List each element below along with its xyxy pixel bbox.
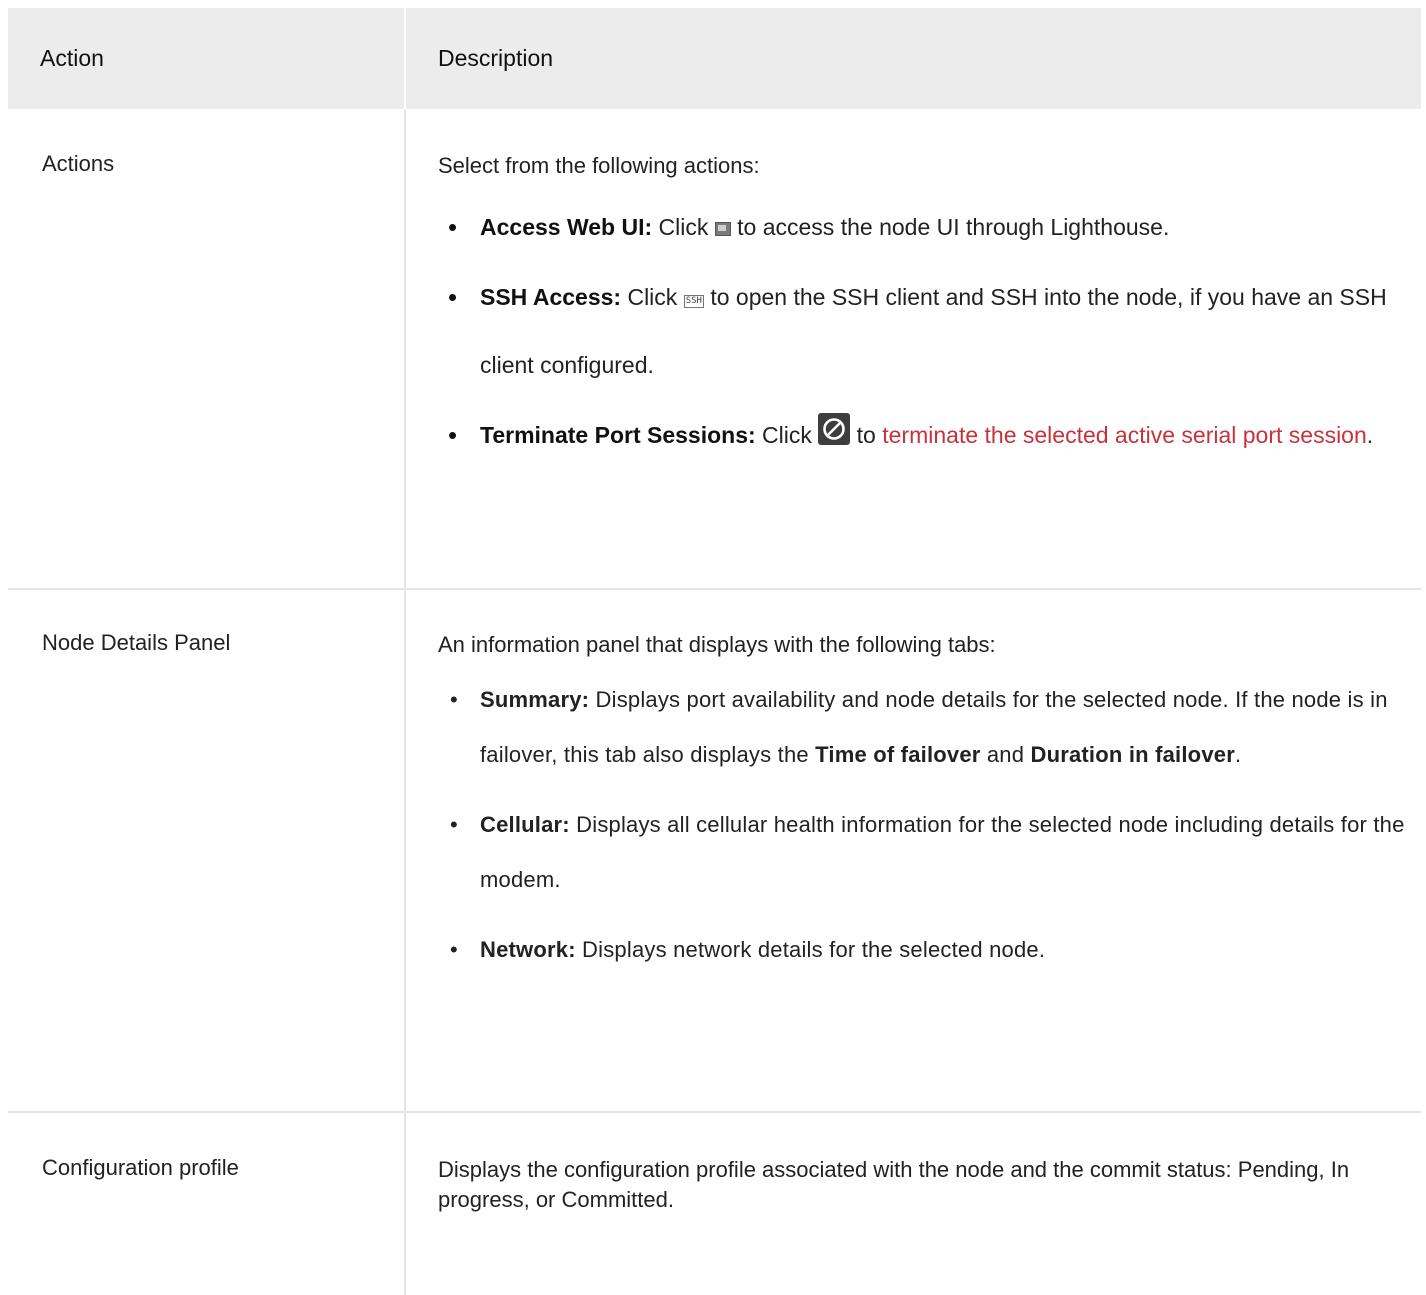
description-intro: Select from the following actions: <box>438 153 760 178</box>
list-item: • Terminate Port Sessions: Click to term… <box>438 401 1421 469</box>
bullet: • <box>448 282 458 312</box>
term-label: Terminate Port Sessions: <box>480 422 756 448</box>
header-action: Action <box>8 8 406 109</box>
list-item: • SSH Access: Click SSH to open the SSH … <box>438 263 1421 399</box>
term-label: Cellular: <box>480 812 570 837</box>
item-text: and <box>980 742 1031 767</box>
web-ui-icon <box>714 222 731 236</box>
list-item: • Summary: Displays port availability an… <box>438 672 1421 782</box>
list-item: • Cellular: Displays all cellular health… <box>438 797 1421 907</box>
bullet: • <box>448 212 458 242</box>
bullet: • <box>450 812 458 837</box>
description-cell: Select from the following actions: • Acc… <box>405 109 1421 590</box>
bold-text: Duration in failover <box>1030 742 1235 767</box>
item-text: . <box>1234 742 1242 767</box>
action-cell: Node Details Panel <box>8 589 406 1113</box>
item-text: to access the node UI through Lighthouse… <box>730 214 1170 240</box>
terminate-sessions-link[interactable]: terminate the selected active serial por… <box>882 422 1367 448</box>
header-description: Description <box>405 8 1421 109</box>
item-text: Displays all cellular health information… <box>480 812 1405 892</box>
item-text: Click <box>652 214 715 240</box>
action-cell: Configuration profile <box>8 1112 406 1295</box>
term-label: SSH Access: <box>480 284 622 310</box>
term-label: Network: <box>480 937 576 962</box>
terminate-icon <box>818 413 851 445</box>
table-row: Configuration profile Displays the confi… <box>8 1112 1421 1295</box>
item-text: Displays network details for the selecte… <box>575 937 1046 962</box>
term-label: Access Web UI: <box>480 214 653 240</box>
description-cell: Displays the configuration profile assoc… <box>438 1157 1350 1212</box>
bullet: • <box>450 937 458 962</box>
action-cell: Actions <box>8 109 406 590</box>
ssh-icon: SSH <box>683 295 704 308</box>
table-header-row: Action Description <box>8 8 1421 109</box>
description-intro: An information panel that displays with … <box>438 632 996 657</box>
bold-text: Time of failover <box>815 742 981 767</box>
item-text: Click <box>755 422 819 448</box>
table-row: Node Details Panel An information panel … <box>8 589 1421 1113</box>
actions-table: Action Description Actions Select from t… <box>8 8 1421 1295</box>
bullet: • <box>450 687 458 712</box>
table-row: Actions Select from the following action… <box>8 109 1421 590</box>
item-text: Click <box>621 284 684 310</box>
term-label: Summary: <box>480 687 590 712</box>
action-list: • Access Web UI: Click to access the nod… <box>438 193 1421 469</box>
item-text: . <box>1366 422 1374 448</box>
bullet: • <box>448 420 458 450</box>
description-cell: An information panel that displays with … <box>405 589 1421 1113</box>
item-text: to <box>850 422 883 448</box>
tab-list: • Summary: Displays port availability an… <box>438 672 1421 977</box>
list-item: • Access Web UI: Click to access the nod… <box>438 193 1421 261</box>
list-item: • Network: Displays network details for … <box>438 922 1421 977</box>
